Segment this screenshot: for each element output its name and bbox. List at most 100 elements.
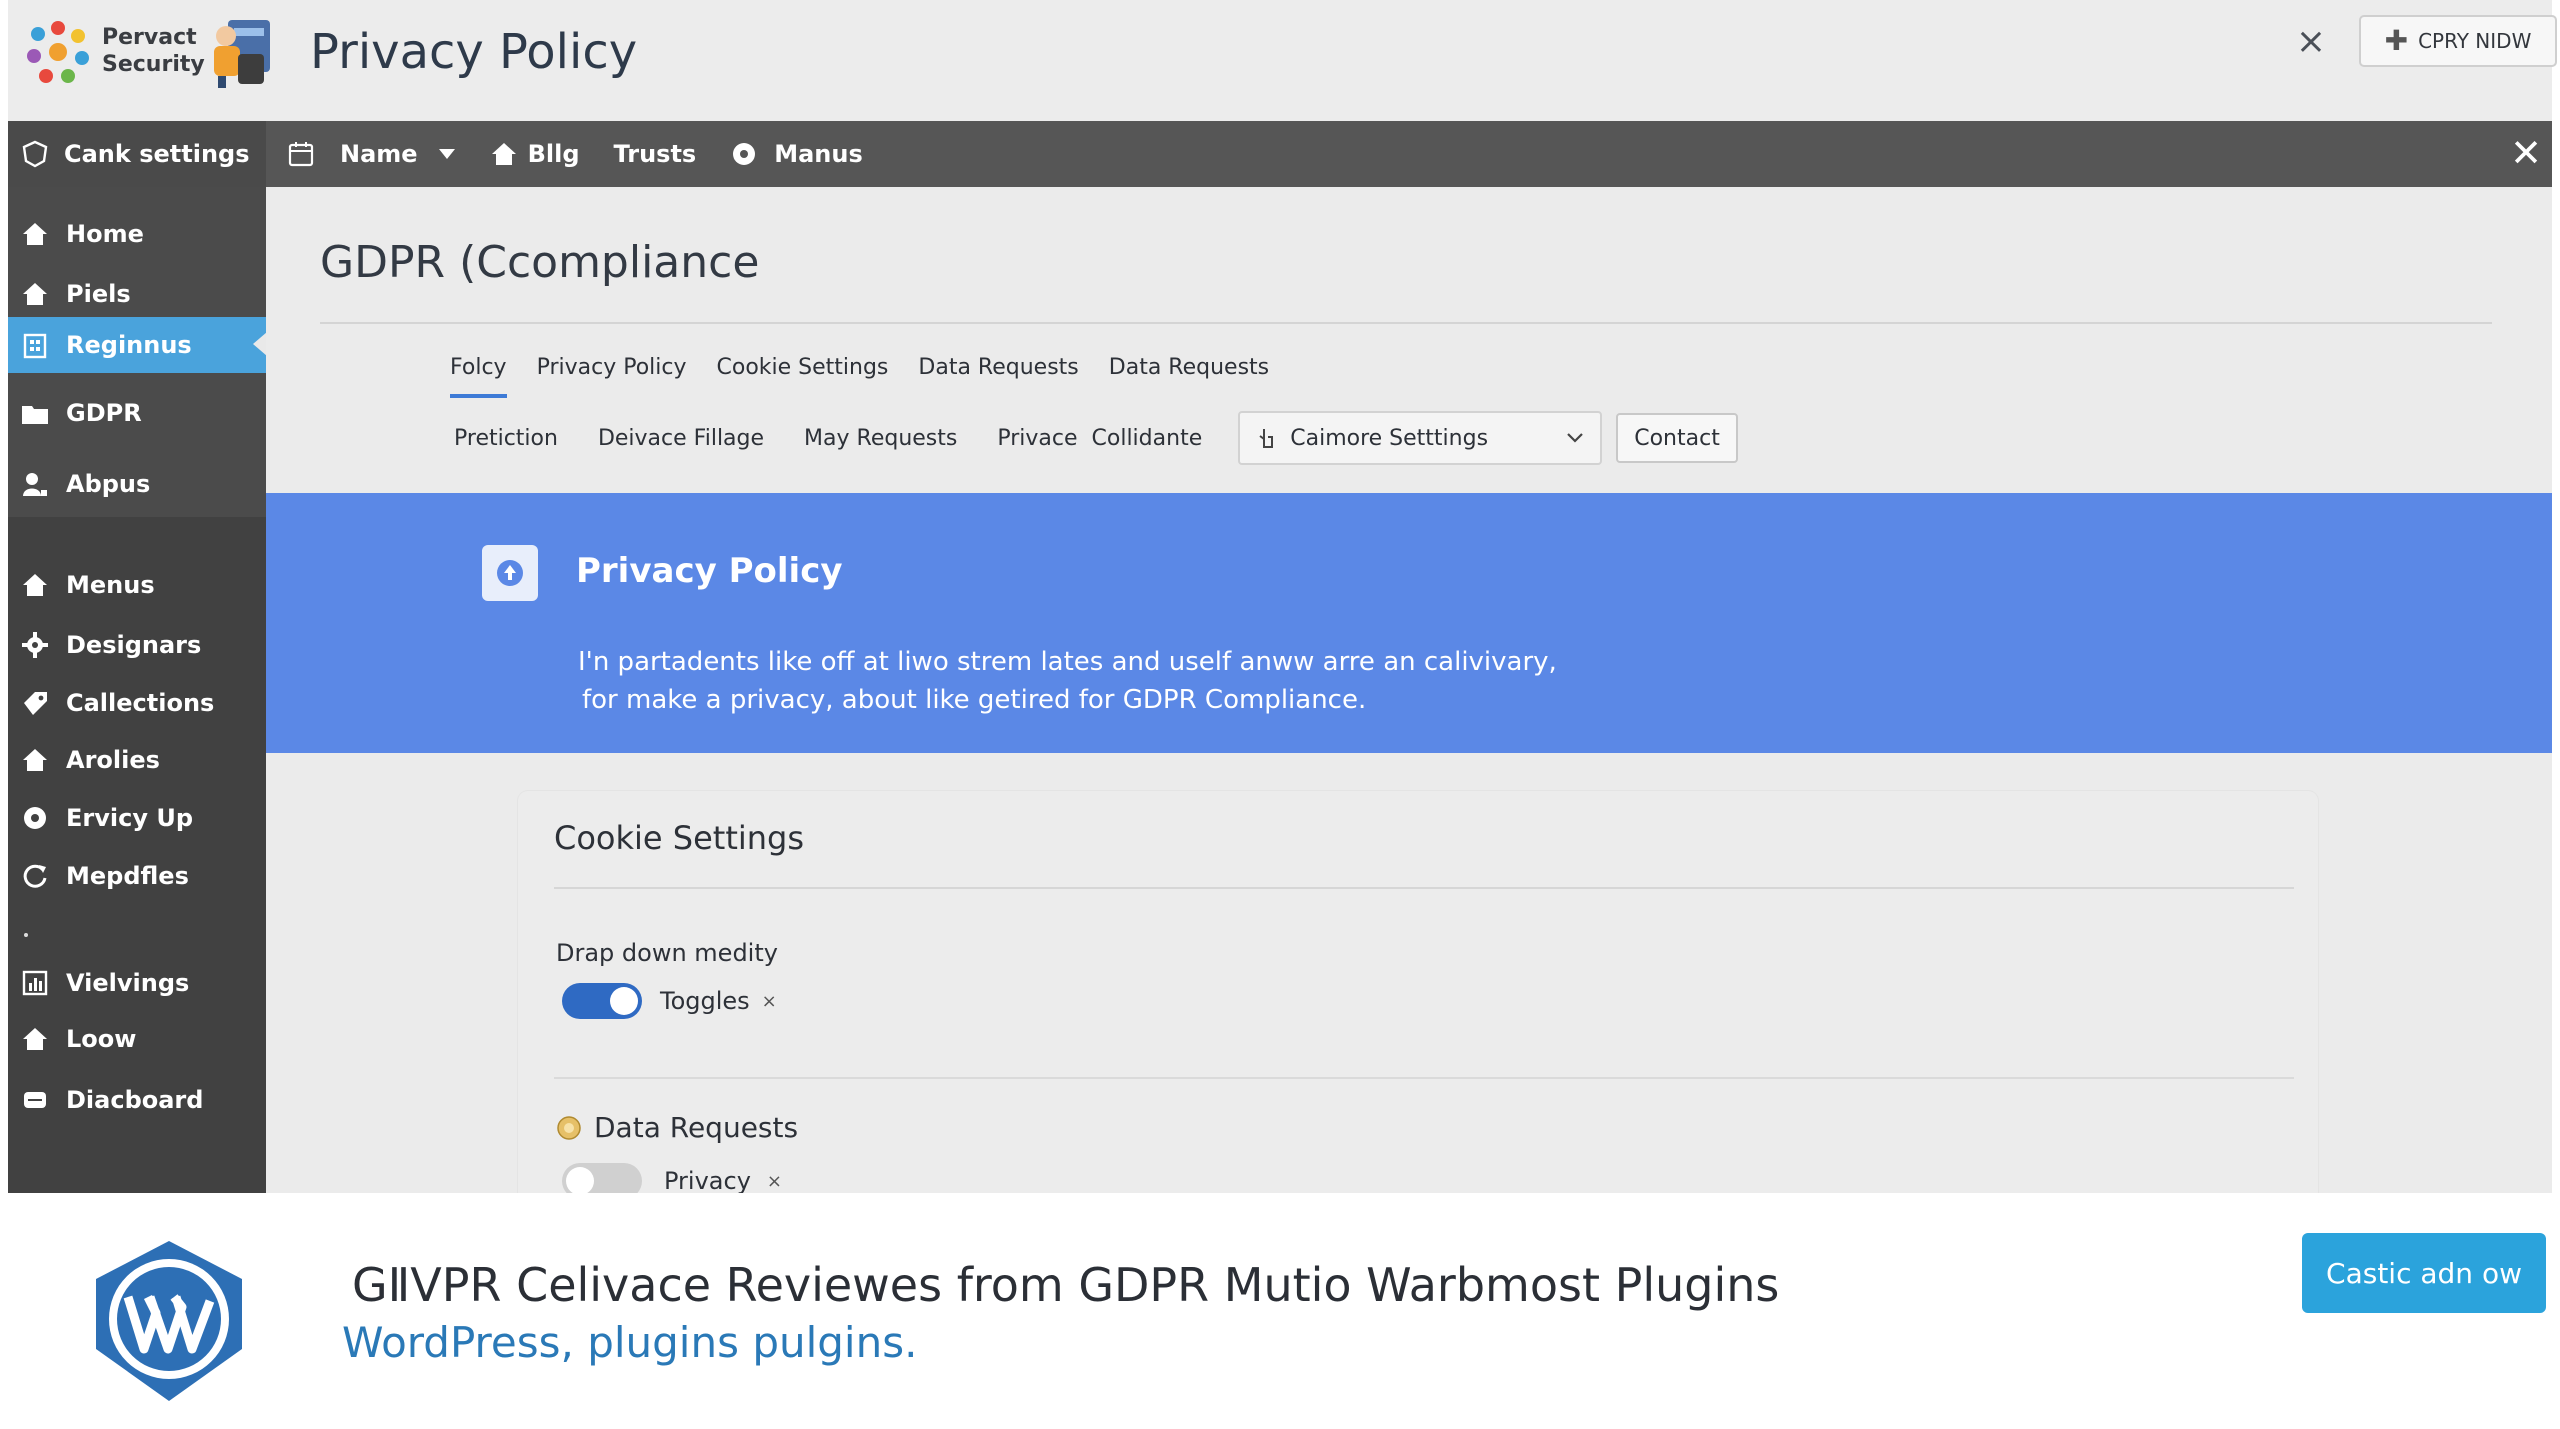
sidebar-item-label: Diacboard	[66, 1086, 204, 1114]
nav-item-label: Name	[340, 140, 418, 168]
remove-icon[interactable]: ×	[767, 1171, 782, 1192]
subnav-privace-collidante[interactable]: Privace Collidante	[997, 426, 1202, 451]
sidebar-item-label: Piels	[66, 280, 131, 308]
subnav-may-requests[interactable]: May Requests	[804, 426, 957, 451]
header-cta-button[interactable]: ✚ CPRY NIDW	[2359, 15, 2557, 67]
sidebar-item-label: GDPR	[66, 399, 142, 427]
sidebar-item-label: Home	[66, 220, 144, 248]
data-requests-label: Data Requests	[594, 1111, 799, 1144]
tab-folcy[interactable]: Folcy	[450, 355, 507, 398]
sidebar-item-diacboard[interactable]: Diacboard	[8, 1073, 266, 1127]
sidebar-item-loow[interactable]: Loow	[8, 1012, 266, 1066]
toggles-switch[interactable]	[562, 983, 642, 1019]
header-cta-label: CPRY NIDW	[2418, 29, 2532, 53]
mascot-illustration-icon	[214, 20, 270, 88]
banner-title: GⅡVPR Celivace Reviewes from GDPR Mutio …	[352, 1258, 1780, 1312]
contact-button[interactable]: Contact	[1616, 413, 1738, 463]
sidebar-item-callections[interactable]: Callections	[8, 676, 266, 730]
chevron-down-icon	[1567, 433, 1584, 443]
sidebar-separator-dot	[24, 933, 28, 937]
data-requests-heading: Data Requests	[556, 1111, 798, 1144]
badge-icon	[557, 1115, 581, 1140]
home-icon	[20, 1024, 50, 1054]
sidebar-item-reginnus[interactable]: Reginnus	[8, 317, 267, 373]
sidebar-item-menus[interactable]: Menus	[8, 558, 266, 612]
gear-icon	[20, 803, 50, 833]
privacy-switch[interactable]	[562, 1163, 642, 1193]
tab-data-requests-2[interactable]: Data Requests	[1109, 355, 1269, 398]
sidebar-item-label: Arolies	[66, 746, 160, 774]
sidebar-item-piels[interactable]: Piels	[8, 267, 266, 321]
tab-privacy-policy[interactable]: Privacy Policy	[537, 355, 687, 398]
sidebar-item-home[interactable]: Home	[8, 207, 266, 261]
nav-settings-label: Cank settings	[64, 140, 250, 168]
top-header: Pervact Security Privacy Policy × ✚ CPRY…	[8, 0, 2557, 121]
privacy-label: Privacy	[664, 1167, 751, 1193]
nav-item-trusts[interactable]: Trusts	[614, 140, 697, 168]
toggle-row: Toggles ×	[562, 983, 777, 1019]
gear-icon	[20, 630, 50, 660]
sidebar-item-arolies[interactable]: Arolies	[8, 733, 266, 787]
nav-item-label: Bllg	[527, 140, 580, 168]
remove-icon[interactable]: ×	[762, 991, 777, 1012]
calendar-icon	[288, 142, 314, 167]
card-divider	[554, 887, 2294, 889]
sidebar-item-label: Vielvings	[66, 969, 190, 997]
subnav-deivace-fillage[interactable]: Deivace Fillage	[598, 426, 764, 451]
sidebar-item-designars[interactable]: Designars	[8, 618, 266, 672]
privacy-badge-icon	[482, 545, 538, 601]
dropdown-label: Drap down medity	[556, 939, 778, 967]
shield-icon	[22, 140, 48, 168]
settings-select[interactable]: Caimore Setttings	[1238, 411, 1603, 465]
tab-cookie-settings[interactable]: Cookie Settings	[717, 355, 889, 398]
nav-settings-button[interactable]: Cank settings	[8, 121, 266, 187]
top-navigation: Cank settings Name Bllg Trusts Manus ✕	[8, 121, 2552, 187]
nav-item-label: Manus	[774, 140, 863, 168]
drive-icon	[20, 1085, 50, 1115]
sidebar-item-label: Callections	[66, 689, 215, 717]
nav-close-button[interactable]: ✕	[2504, 131, 2548, 175]
home-icon	[20, 279, 50, 309]
tab-data-requests[interactable]: Data Requests	[918, 355, 1078, 398]
plus-icon: ✚	[2384, 24, 2409, 57]
subnav-pretiction[interactable]: Pretiction	[454, 426, 558, 451]
divider	[320, 322, 2492, 324]
banner-cta-button[interactable]: Castic adn ow	[2302, 1233, 2546, 1313]
hand-pointer-icon	[1259, 429, 1274, 448]
section-heading: GDPR (Ccompliance	[320, 237, 760, 288]
sidebar-item-label: Designars	[66, 631, 202, 659]
hero-line-1: I'n partadents like off at liwo strem la…	[578, 647, 1557, 677]
brand-name: Pervact Security	[102, 25, 205, 77]
close-button[interactable]: ×	[2291, 22, 2331, 62]
sidebar-item-label: Abpus	[66, 470, 151, 498]
nav-item-name[interactable]: Name	[286, 139, 456, 169]
sidebar-item-label: Mepdfles	[66, 862, 189, 890]
privacy-toggle-row: Privacy ×	[562, 1163, 782, 1193]
home-icon	[20, 570, 50, 600]
wordpress-logo-icon	[96, 1241, 242, 1401]
folder-icon	[20, 398, 50, 428]
hero-description: I'n partadents like off at liwo strem la…	[578, 643, 1557, 719]
sidebar-item-ervicy-up[interactable]: Ervicy Up	[8, 791, 266, 845]
hero-title: Privacy Policy	[576, 551, 843, 591]
card-title: Cookie Settings	[554, 819, 805, 857]
sidebar-item-mepdfles[interactable]: Mepdfles	[8, 849, 266, 903]
caret-down-icon	[438, 149, 455, 159]
promo-banner: GⅡVPR Celivace Reviewes from GDPR Mutio …	[0, 1193, 2560, 1429]
sidebar-item-label: Ervicy Up	[66, 804, 193, 832]
sidebar-item-label: Loow	[66, 1025, 137, 1053]
privacy-policy-hero: Privacy Policy I'n partadents like off a…	[266, 493, 2552, 753]
chart-icon	[20, 968, 50, 998]
gear-icon	[733, 143, 756, 165]
sidebar-item-gdpr[interactable]: GDPR	[8, 386, 266, 440]
hero-line-2: for make a privacy, about like getired f…	[582, 685, 1367, 715]
nav-menu: Name Bllg Trusts Manus	[286, 121, 897, 187]
nav-item-bllg[interactable]: Bllg	[490, 140, 580, 168]
home-icon	[20, 745, 50, 775]
banner-subtitle[interactable]: WordPress, plugins pulgins.	[342, 1315, 917, 1371]
sidebar-item-abpus[interactable]: Abpus	[8, 457, 266, 511]
toggle-label: Toggles	[660, 987, 750, 1015]
nav-item-manus[interactable]: Manus	[730, 140, 863, 168]
page-title: Privacy Policy	[310, 24, 638, 80]
sidebar-item-vielvings[interactable]: Vielvings	[8, 956, 266, 1010]
